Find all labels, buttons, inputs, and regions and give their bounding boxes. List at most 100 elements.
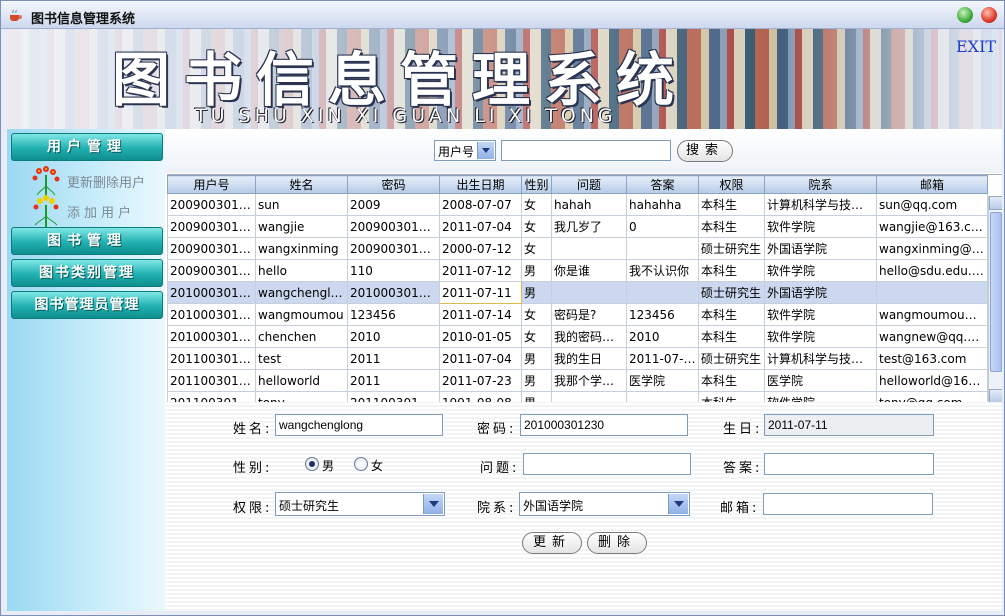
- table-cell[interactable]: 110: [347, 259, 440, 282]
- table-cell[interactable]: 本科生: [698, 369, 765, 392]
- table-row[interactable]: 201000301236 chenchen 2010 2010-01-05 女我的密码是…: [167, 325, 988, 348]
- table-cell[interactable]: 女: [521, 303, 552, 326]
- table-cell[interactable]: 我的生日: [551, 347, 627, 370]
- table-cell[interactable]: 男: [521, 391, 552, 402]
- table-cell[interactable]: 2011-07-12: [439, 259, 522, 282]
- table-cell[interactable]: 200900301236: [167, 259, 256, 282]
- table-cell[interactable]: 2011-07-04: [626, 347, 699, 370]
- table-row[interactable]: 201100301236 helloworld 2011 2011-07-23 男我那个…: [167, 369, 988, 392]
- search-button[interactable]: 搜索: [677, 140, 733, 162]
- table-cell[interactable]: 男: [521, 259, 552, 282]
- table-cell[interactable]: 201000301230: [347, 281, 440, 304]
- table-cell[interactable]: 医学院: [764, 369, 877, 392]
- table-cell[interactable]: 201000301230: [167, 281, 256, 304]
- table-cell[interactable]: 硕士研究生: [698, 237, 765, 260]
- add-user-link[interactable]: 添加用户: [11, 195, 161, 227]
- table-cell[interactable]: wangchenglong: [255, 281, 348, 304]
- table-cell[interactable]: 本科生: [698, 259, 765, 282]
- table-cell[interactable]: 女: [521, 193, 552, 216]
- admin-management-button[interactable]: 图书管理员管理: [11, 291, 163, 319]
- table-cell[interactable]: 软件学院: [764, 259, 877, 282]
- table-cell[interactable]: 200900301232: [167, 193, 256, 216]
- table-cell[interactable]: [551, 281, 627, 304]
- table-cell[interactable]: 200900301234: [167, 237, 256, 260]
- table-cell[interactable]: 本科生: [698, 193, 765, 216]
- table-cell[interactable]: 本科生: [698, 303, 765, 326]
- table-cell[interactable]: [626, 237, 699, 260]
- table-cell[interactable]: 2011: [347, 369, 440, 392]
- table-cell[interactable]: 硕士研究生: [698, 281, 765, 304]
- update-delete-user-link[interactable]: 更新删除用户: [11, 165, 161, 197]
- category-management-button[interactable]: 图书类别管理: [11, 259, 163, 287]
- table-cell[interactable]: 我不认识你: [626, 259, 699, 282]
- table-cell[interactable]: [551, 391, 627, 402]
- table-cell[interactable]: 男: [521, 281, 552, 304]
- table-cell[interactable]: 200900301233: [347, 215, 440, 238]
- table-row[interactable]: 200900301234 wangxinming 200900301234 2000-…: [167, 237, 988, 260]
- table-cell[interactable]: 女: [521, 215, 552, 238]
- table-cell[interactable]: 我几岁了: [551, 215, 627, 238]
- table-cell[interactable]: 201100301237: [167, 391, 256, 402]
- column-header[interactable]: 答案: [626, 175, 699, 194]
- table-cell[interactable]: wangmoumou@1...: [876, 303, 988, 326]
- table-cell[interactable]: 软件学院: [764, 391, 877, 402]
- table-cell[interactable]: 本科生: [698, 391, 765, 402]
- table-cell[interactable]: 123456: [626, 303, 699, 326]
- scroll-thumb[interactable]: [990, 212, 1002, 372]
- table-cell[interactable]: 我的密码是...: [551, 325, 627, 348]
- table-cell[interactable]: [876, 281, 988, 304]
- table-cell[interactable]: hello: [255, 259, 348, 282]
- department-select[interactable]: 外国语学院: [519, 492, 690, 516]
- column-header[interactable]: 邮箱: [876, 175, 988, 194]
- table-row[interactable]: 200900301236 hello 110 2011-07-12 男你是谁 我不认识你本…: [167, 259, 988, 282]
- table-cell[interactable]: wangxinming@sd...: [876, 237, 988, 260]
- table-cell[interactable]: 2000-07-12: [439, 237, 522, 260]
- table-cell[interactable]: 女: [521, 237, 552, 260]
- table-cell[interactable]: 201100301237: [347, 391, 440, 402]
- table-cell[interactable]: 2011-07-14: [439, 303, 522, 326]
- table-cell[interactable]: 201100301235: [167, 347, 256, 370]
- table-cell[interactable]: 计算机科学与技术...: [764, 347, 877, 370]
- table-cell[interactable]: [626, 281, 699, 304]
- password-field[interactable]: [520, 414, 688, 436]
- table-cell[interactable]: 本科生: [698, 215, 765, 238]
- book-management-button[interactable]: 图书管理: [11, 227, 163, 255]
- table-cell[interactable]: sun: [255, 193, 348, 216]
- column-header[interactable]: 用户号: [167, 175, 256, 194]
- table-cell[interactable]: [626, 391, 699, 402]
- table-cell[interactable]: 2008-07-07: [439, 193, 522, 216]
- table-cell[interactable]: 软件学院: [764, 325, 877, 348]
- table-cell[interactable]: 2009: [347, 193, 440, 216]
- column-header[interactable]: 权限: [698, 175, 765, 194]
- user-management-button[interactable]: 用户管理: [11, 133, 163, 161]
- table-cell[interactable]: 123456: [347, 303, 440, 326]
- column-header[interactable]: 性别: [521, 175, 552, 194]
- chevron-down-icon[interactable]: [477, 142, 494, 159]
- table-cell[interactable]: 女: [521, 325, 552, 348]
- table-cell[interactable]: 201000301236: [167, 325, 256, 348]
- column-header[interactable]: 姓名: [255, 175, 348, 194]
- chevron-down-icon[interactable]: [668, 494, 688, 514]
- table-row[interactable]: 200900301232 sun 2009 2008-07-07 女 hahah hahah…: [167, 193, 988, 216]
- table-cell[interactable]: hahah: [551, 193, 627, 216]
- scroll-up-arrow-icon[interactable]: [989, 196, 1002, 210]
- birthday-field[interactable]: [764, 414, 934, 436]
- table-cell[interactable]: 外国语学院: [764, 281, 877, 304]
- table-cell[interactable]: test: [255, 347, 348, 370]
- answer-field[interactable]: [764, 453, 934, 475]
- table-cell[interactable]: 硕士研究生: [698, 347, 765, 370]
- vertical-scrollbar[interactable]: [988, 196, 1002, 402]
- table-cell[interactable]: 200900301234: [347, 237, 440, 260]
- scroll-down-arrow-icon[interactable]: [989, 389, 1002, 402]
- table-cell[interactable]: 201100301236: [167, 369, 256, 392]
- table-cell[interactable]: 你是谁: [551, 259, 627, 282]
- table-cell[interactable]: helloworld@163.c...: [876, 369, 988, 392]
- table-cell[interactable]: wangjie@163.com: [876, 215, 988, 238]
- table-cell[interactable]: 男: [521, 369, 552, 392]
- table-row[interactable]: 201000301230 wangchenglong 201000301230 201…: [167, 281, 988, 304]
- table-cell[interactable]: wangxinming: [255, 237, 348, 260]
- permission-select[interactable]: 硕士研究生: [275, 492, 445, 516]
- table-cell[interactable]: wangnew@qq.com: [876, 325, 988, 348]
- gender-female-radio[interactable]: [354, 457, 368, 471]
- table-cell[interactable]: test@163.com: [876, 347, 988, 370]
